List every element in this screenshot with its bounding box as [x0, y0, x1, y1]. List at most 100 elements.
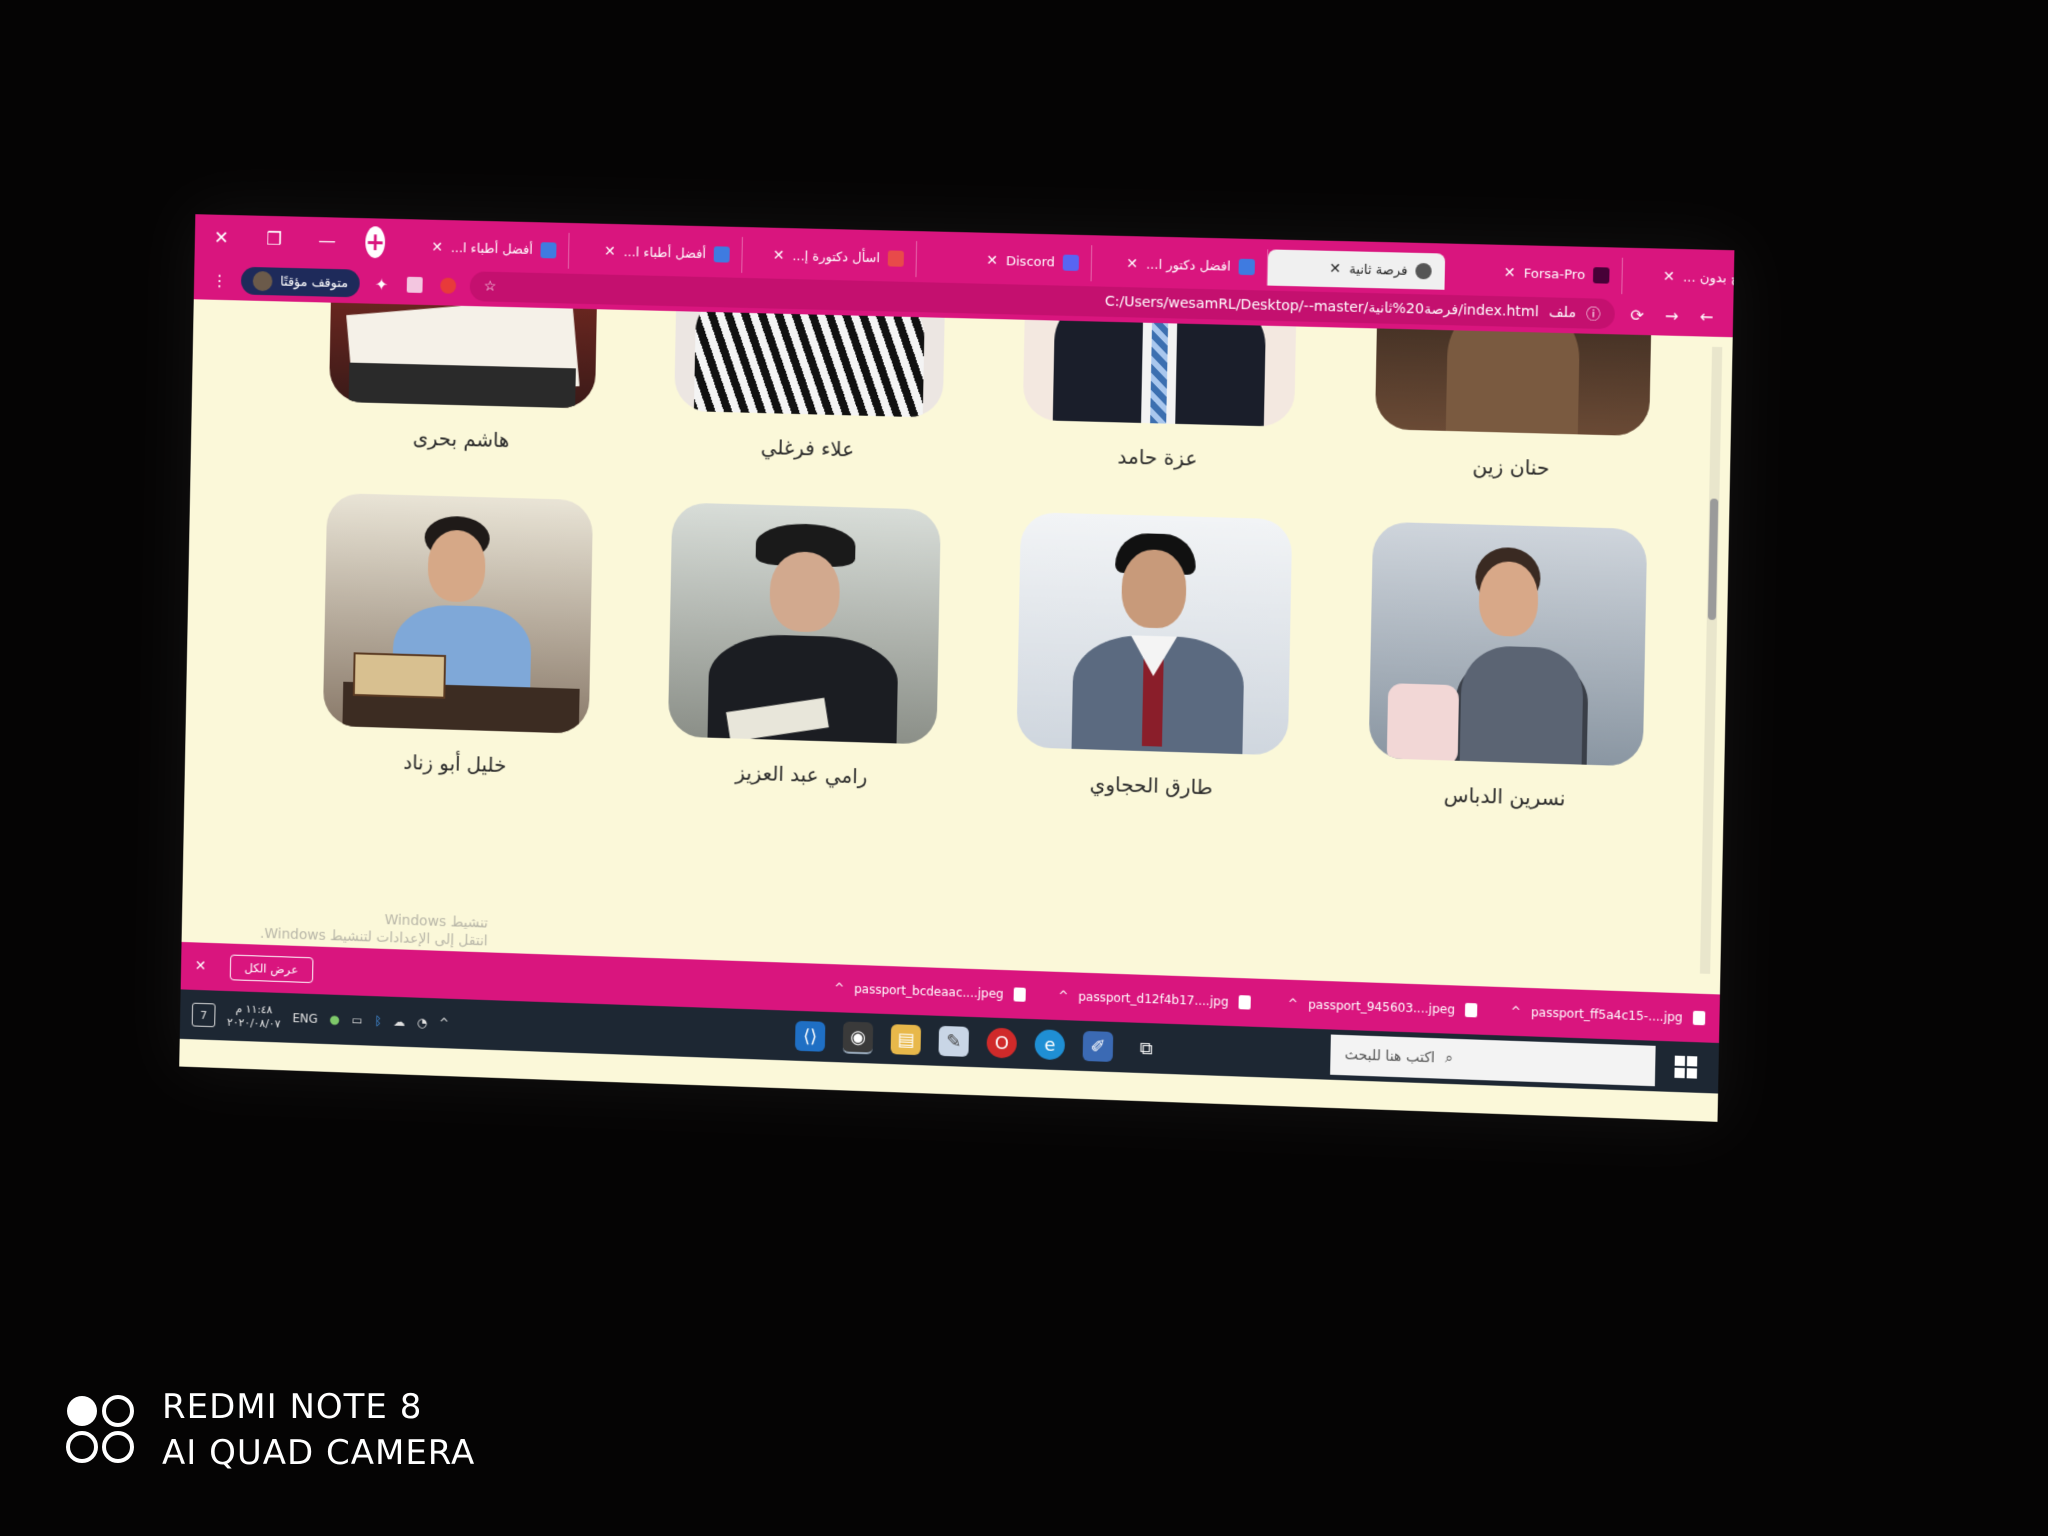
show-hidden-icons-icon[interactable]: ^ — [439, 1016, 449, 1030]
download-item[interactable]: ^ passport_d12f4b17....jpg — [1050, 989, 1251, 1010]
scheme-label: ملف — [1549, 304, 1576, 321]
taskbar-search-box[interactable]: ⌕ اكتب هنا للبحث — [1330, 1035, 1656, 1087]
profile-button[interactable]: متوقف مؤقتًا — [241, 267, 360, 298]
doctor-card[interactable]: هاشم بحرى — [308, 299, 617, 455]
close-window-button[interactable]: ✕ — [195, 214, 249, 261]
tab-label: نموذج بدون ... — [1683, 270, 1735, 287]
show-all-downloads-button[interactable]: عرض الكل — [229, 954, 313, 983]
tab-close-icon[interactable]: ✕ — [604, 244, 616, 260]
new-tab-button[interactable]: + — [365, 226, 385, 258]
tab-close-icon[interactable]: ✕ — [986, 253, 998, 269]
camera-model-line1: REDMI NOTE 8 — [162, 1384, 475, 1430]
doctor-card[interactable]: طارق الحجاوي — [996, 511, 1313, 802]
search-icon: ⌕ — [1445, 1051, 1453, 1067]
tab[interactable]: اسأل دكتورة إ... ✕ — [742, 237, 917, 277]
back-icon[interactable]: ← — [1694, 304, 1719, 329]
doctor-card[interactable]: عزة حامد — [1002, 299, 1317, 473]
doctor-card[interactable]: خليل أبو زناد — [302, 492, 613, 780]
doctor-card[interactable]: علاء فرغلي — [653, 299, 965, 464]
tab-close-icon[interactable]: ✕ — [1126, 256, 1138, 272]
globe-favicon-icon — [1415, 263, 1432, 279]
chevron-up-icon[interactable]: ^ — [1510, 1004, 1520, 1018]
doctor-photo — [1369, 522, 1648, 767]
battery-icon[interactable]: ▭ — [351, 1013, 362, 1027]
extensions-icon[interactable]: ✦ — [369, 272, 393, 296]
tab-close-icon[interactable]: ✕ — [1663, 269, 1675, 285]
doctor-photo — [323, 493, 593, 734]
reload-icon[interactable]: ⟳ — [1625, 302, 1650, 327]
bluetooth-icon[interactable]: ᛒ — [374, 1014, 381, 1028]
sticky-notes-icon[interactable]: ✐ — [1083, 1031, 1114, 1062]
doctor-card[interactable]: رامي عبد العزيز — [647, 502, 961, 791]
download-filename: passport_ff5a4c15-....jpg — [1531, 1005, 1683, 1024]
tab-close-icon[interactable]: ✕ — [1503, 265, 1515, 281]
chevron-up-icon[interactable]: ^ — [1058, 989, 1068, 1003]
doctor-photo — [674, 299, 945, 418]
restore-window-button[interactable]: ❐ — [247, 215, 301, 262]
language-indicator[interactable]: ENG — [292, 1011, 318, 1026]
opera-icon[interactable]: O — [987, 1028, 1018, 1059]
start-button[interactable] — [1665, 1046, 1707, 1088]
tab-close-icon[interactable]: ✕ — [1329, 261, 1341, 277]
info-icon[interactable]: ⓘ — [1586, 303, 1601, 324]
tab-close-icon[interactable]: ✕ — [773, 248, 785, 264]
tab[interactable]: افضل دكتور ا... ✕ — [1092, 245, 1269, 285]
file-explorer-icon[interactable]: ▤ — [891, 1024, 922, 1055]
tab-label: أفضل أطباء ا... — [623, 245, 706, 262]
tab[interactable]: نموذج بدون ... ✕ — [1622, 258, 1734, 299]
bookmark-star-icon[interactable]: ☆ — [484, 279, 497, 295]
tab[interactable]: أفضل أطباء ا... ✕ — [569, 233, 743, 273]
url-text[interactable]: C:/Users/wesamRL/Desktop/--master/فرصة20… — [1105, 294, 1539, 321]
clock-time: ١١:٤٨ م — [235, 1002, 272, 1017]
extension-square-icon[interactable] — [403, 273, 427, 297]
pinned-apps: ⟨⟩ ◉ ▤ ✎ O e ✐ ⧉ — [795, 1020, 1162, 1065]
extension-red-icon[interactable] — [436, 273, 460, 297]
download-item[interactable]: ^ passport_ff5a4c15-....jpg — [1501, 1004, 1705, 1025]
xd-favicon-icon — [1593, 267, 1610, 284]
vscode-icon[interactable]: ⟨⟩ — [795, 1021, 825, 1052]
tab-active[interactable]: فرصة ثانية ✕ — [1268, 249, 1446, 289]
clock[interactable]: ١١:٤٨ م ٢٠٢٠/٠٨/٠٧ — [227, 1002, 281, 1032]
download-item[interactable]: ^ passport_945603....jpeg — [1275, 996, 1478, 1017]
doctor-card[interactable]: نسرين الدباس — [1347, 521, 1667, 814]
search-placeholder: اكتب هنا للبحث — [1344, 1047, 1435, 1066]
site-favicon-icon — [714, 246, 730, 262]
paint-icon[interactable]: ✎ — [939, 1026, 970, 1057]
tab[interactable]: أفضل أطباء ا... ✕ — [397, 229, 570, 269]
doctor-name: خليل أبو زناد — [403, 750, 506, 777]
doctors-grid: حنان زين عزة حامد علاء فرغلي هاشم بحرى ن… — [302, 299, 1672, 813]
edge-icon[interactable]: e — [1035, 1029, 1066, 1060]
tab-close-icon[interactable]: ✕ — [431, 240, 443, 256]
download-filename: passport_945603....jpeg — [1308, 998, 1455, 1017]
close-downloads-bar-icon[interactable]: ✕ — [195, 958, 207, 974]
camera-lens-logo-icon — [64, 1393, 138, 1467]
tab[interactable]: Forsa-Pro ✕ — [1445, 254, 1624, 295]
download-item[interactable]: ^ passport_bcdeaac....jpeg — [826, 981, 1026, 1002]
doctor-photo — [668, 502, 941, 744]
sync-icon[interactable]: ● — [329, 1012, 340, 1026]
camera-watermark: REDMI NOTE 8 AI QUAD CAMERA — [64, 1384, 475, 1476]
discord-favicon-icon — [1063, 255, 1079, 271]
tab-label: Forsa-Pro — [1524, 266, 1586, 283]
chrome-icon[interactable]: ◉ — [843, 1021, 874, 1054]
wifi-icon[interactable]: ◔ — [417, 1016, 428, 1030]
monitor-screen: ✕ ❐ — + أفضل أطباء ا... ✕ أفضل أطباء ا..… — [179, 214, 1734, 1122]
doctor-photo — [329, 299, 598, 408]
notification-center-icon[interactable]: 7 — [192, 1003, 216, 1028]
windows-activation-watermark: تنشيط Windows انتقل إلى الإعدادات لتنشيط… — [260, 907, 488, 950]
doctor-photo — [1016, 512, 1292, 756]
minimize-window-button[interactable]: — — [300, 217, 354, 264]
windows-logo-icon — [1674, 1056, 1697, 1079]
task-view-icon[interactable]: ⧉ — [1131, 1033, 1162, 1064]
scrollbar-thumb[interactable] — [1708, 499, 1719, 621]
tab-label: أفضل أطباء ا... — [451, 241, 533, 258]
forward-icon[interactable]: → — [1659, 303, 1684, 328]
tab[interactable]: Discord ✕ — [917, 241, 1093, 281]
cloud-icon[interactable]: ☁ — [393, 1015, 405, 1029]
chevron-up-icon[interactable]: ^ — [1288, 997, 1298, 1011]
site-favicon-icon — [888, 250, 904, 266]
tab-label: افضل دكتور ا... — [1146, 257, 1231, 274]
menu-icon[interactable]: ⋮ — [208, 268, 232, 292]
chevron-up-icon[interactable]: ^ — [834, 981, 844, 995]
tab-label: Discord — [1006, 254, 1055, 270]
